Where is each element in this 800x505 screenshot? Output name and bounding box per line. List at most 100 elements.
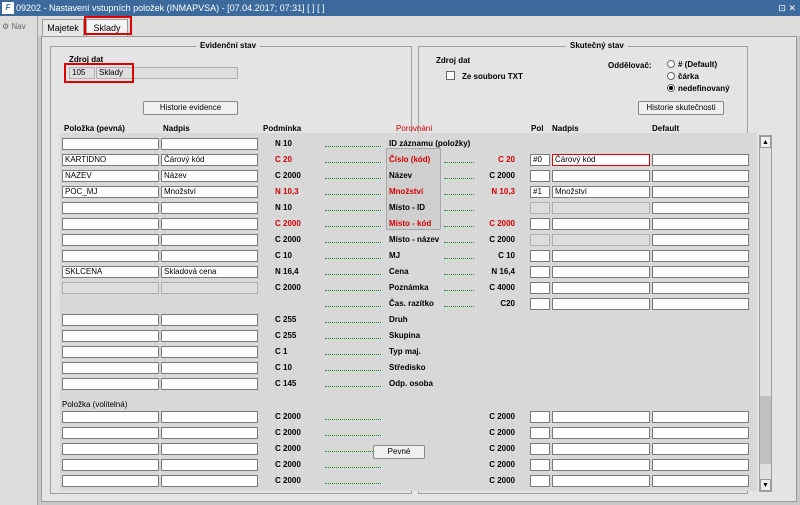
nadpis-field[interactable]: Množství: [161, 186, 258, 198]
vol-nadpis2-field[interactable]: [552, 475, 650, 487]
pol-field[interactable]: [530, 250, 550, 262]
vol-default-field[interactable]: [652, 475, 749, 487]
pol-field[interactable]: [530, 170, 550, 182]
pol-field[interactable]: [530, 218, 550, 230]
vol-nadpis-field[interactable]: [161, 427, 258, 439]
polozka-field[interactable]: [62, 138, 159, 150]
polozka-field[interactable]: [62, 362, 159, 374]
vol-default-field[interactable]: [652, 427, 749, 439]
radio-default[interactable]: [667, 60, 675, 68]
nadpis2-field[interactable]: [552, 266, 650, 278]
vol-nadpis2-field[interactable]: [552, 459, 650, 471]
nadpis-field[interactable]: [161, 138, 258, 150]
vol-nadpis-field[interactable]: [161, 411, 258, 423]
polozka-field[interactable]: [62, 314, 159, 326]
vol-polozka-field[interactable]: [62, 427, 159, 439]
default-field[interactable]: [652, 282, 749, 294]
polozka-field[interactable]: [62, 218, 159, 230]
default-field[interactable]: [652, 234, 749, 246]
nadpis2-field[interactable]: [552, 234, 650, 246]
nadpis-field[interactable]: [161, 218, 258, 230]
nadpis2-field[interactable]: [552, 202, 650, 214]
vol-pol-field[interactable]: [530, 459, 550, 471]
polozka-field[interactable]: [62, 346, 159, 358]
vol-nadpis-field[interactable]: [161, 475, 258, 487]
vol-nadpis-field[interactable]: [161, 443, 258, 455]
vol-default-field[interactable]: [652, 459, 749, 471]
nadpis-field[interactable]: [161, 378, 258, 390]
radio-carka[interactable]: [667, 72, 675, 80]
vol-polozka-field[interactable]: [62, 443, 159, 455]
polozka-field[interactable]: [62, 282, 159, 294]
nadpis-field[interactable]: [161, 346, 258, 358]
nadpis2-field[interactable]: [552, 250, 650, 262]
nadpis2-field[interactable]: [552, 218, 650, 230]
window-controls[interactable]: ⊡ ✕: [778, 0, 796, 16]
nadpis-field[interactable]: [161, 250, 258, 262]
vol-pol-field[interactable]: [530, 427, 550, 439]
pol-field[interactable]: [530, 282, 550, 294]
vol-default-field[interactable]: [652, 443, 749, 455]
nadpis-field[interactable]: [161, 202, 258, 214]
nadpis2-field[interactable]: [552, 282, 650, 294]
nadpis2-field[interactable]: Čárový kód: [552, 154, 650, 166]
polozka-field[interactable]: [62, 378, 159, 390]
polozka-field[interactable]: SKLCENA: [62, 266, 159, 278]
pol-field[interactable]: [530, 202, 550, 214]
scroll-thumb[interactable]: [760, 396, 771, 464]
pol-field[interactable]: [530, 298, 550, 310]
pol-field[interactable]: [530, 266, 550, 278]
polozka-field[interactable]: NAZEV: [62, 170, 159, 182]
nadpis-field[interactable]: [161, 314, 258, 326]
default-field[interactable]: [652, 170, 749, 182]
polozka-field[interactable]: POC_MJ: [62, 186, 159, 198]
polozka-field[interactable]: [62, 202, 159, 214]
vol-nadpis-field[interactable]: [161, 459, 258, 471]
polozka-field[interactable]: [62, 330, 159, 342]
scrollbar[interactable]: ▲ ▼: [759, 135, 772, 492]
polozka-field[interactable]: KARTIDNO: [62, 154, 159, 166]
scroll-up-icon[interactable]: ▲: [760, 136, 771, 148]
pol-field[interactable]: [530, 234, 550, 246]
vol-default-field[interactable]: [652, 411, 749, 423]
scroll-down-icon[interactable]: ▼: [760, 479, 771, 491]
pol-field[interactable]: #1: [530, 186, 550, 198]
historie-evidence-button[interactable]: Historie evidence: [143, 101, 238, 115]
polozka-field[interactable]: [62, 250, 159, 262]
nadpis-field[interactable]: Čárový kód: [161, 154, 258, 166]
nadpis-field[interactable]: [161, 330, 258, 342]
default-field[interactable]: [652, 202, 749, 214]
vol-polozka-field[interactable]: [62, 459, 159, 471]
nadpis-field[interactable]: [161, 282, 258, 294]
nav-button[interactable]: ⚙ Nav: [2, 22, 26, 31]
vol-nadpis2-field[interactable]: [552, 427, 650, 439]
nadpis-field[interactable]: Skladová cena: [161, 266, 258, 278]
vol-pol-field[interactable]: [530, 443, 550, 455]
default-field[interactable]: [652, 266, 749, 278]
dotted-leader: [325, 483, 381, 484]
default-field[interactable]: [652, 186, 749, 198]
default-field[interactable]: [652, 298, 749, 310]
default-field[interactable]: [652, 154, 749, 166]
vol-pol-field[interactable]: [530, 411, 550, 423]
tab-majetek[interactable]: Majetek: [42, 19, 84, 36]
nadpis-field[interactable]: [161, 362, 258, 374]
nadpis-field[interactable]: Název: [161, 170, 258, 182]
vol-polozka-field[interactable]: [62, 475, 159, 487]
nadpis2-field[interactable]: Množství: [552, 186, 650, 198]
nadpis-field[interactable]: [161, 234, 258, 246]
nadpis2-field[interactable]: [552, 170, 650, 182]
default-field[interactable]: [652, 218, 749, 230]
vol-pol-field[interactable]: [530, 475, 550, 487]
vol-nadpis2-field[interactable]: [552, 411, 650, 423]
vol-nadpis2-field[interactable]: [552, 443, 650, 455]
ze-souboru-checkbox[interactable]: [446, 71, 455, 80]
nadpis2-field[interactable]: [552, 298, 650, 310]
default-field[interactable]: [652, 250, 749, 262]
pevne-button[interactable]: Pevné: [373, 445, 425, 459]
radio-nedefinovany[interactable]: [667, 84, 675, 92]
historie-skutecnosti-button[interactable]: Historie skutečnosti: [638, 101, 724, 115]
polozka-field[interactable]: [62, 234, 159, 246]
pol-field[interactable]: #0: [530, 154, 550, 166]
vol-polozka-field[interactable]: [62, 411, 159, 423]
